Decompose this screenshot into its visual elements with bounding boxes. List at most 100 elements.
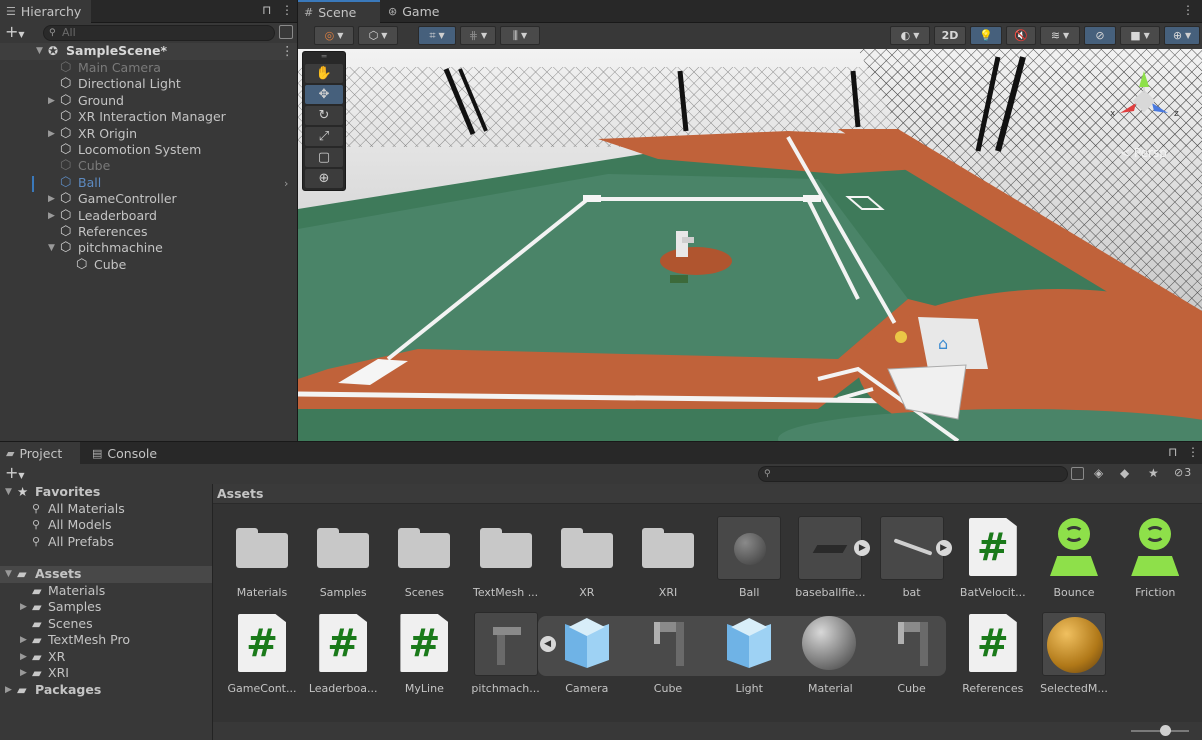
- visibility-toggle[interactable]: ⊘: [1084, 26, 1116, 45]
- favorite-item[interactable]: ⚲ All Materials: [0, 501, 212, 518]
- favorite-item[interactable]: ⚲ All Prefabs: [0, 534, 212, 551]
- kebab-menu-icon[interactable]: ⋮: [1182, 3, 1194, 17]
- create-asset-button[interactable]: +▼: [5, 464, 25, 485]
- camera-dropdown[interactable]: ■ ▼: [1120, 26, 1160, 45]
- hierarchy-item[interactable]: ▶ ⬡ Ground: [0, 93, 297, 110]
- expand-arrow-icon[interactable]: ▶: [48, 126, 55, 143]
- expand-arrow-icon[interactable]: ▼: [5, 484, 12, 501]
- packages-row[interactable]: ▶ ▰ Packages: [0, 682, 212, 699]
- hierarchy-item[interactable]: ⬡ Main Camera: [0, 60, 297, 77]
- expand-arrow-icon[interactable]: ▶: [20, 632, 27, 649]
- tab-hierarchy[interactable]: ☰ Hierarchy: [0, 0, 92, 23]
- asset-folder-row[interactable]: ▰ Materials: [0, 583, 212, 600]
- search-filter-icon[interactable]: [1071, 467, 1084, 480]
- expand-arrow-icon[interactable]: ▶: [20, 599, 27, 616]
- hierarchy-item[interactable]: ▼ ⬡ pitchmachine: [0, 240, 297, 257]
- asset-tile[interactable]: ▶ baseballfie...: [790, 516, 871, 602]
- asset-tile[interactable]: XR: [547, 516, 627, 602]
- scene-menu-icon[interactable]: ⋮: [281, 43, 294, 60]
- asset-tile[interactable]: Cube: [872, 612, 952, 698]
- chevron-right-icon[interactable]: ›: [284, 177, 288, 190]
- 2d-toggle[interactable]: 2D: [934, 26, 966, 45]
- breadcrumb-assets[interactable]: Assets: [217, 486, 263, 501]
- asset-tile[interactable]: # BatVelocit...: [953, 516, 1033, 602]
- expand-arrow-icon[interactable]: ▶: [48, 191, 55, 208]
- favorite-item[interactable]: ⚲ All Models: [0, 517, 212, 534]
- play-icon[interactable]: ▶: [854, 540, 871, 556]
- asset-tile[interactable]: # References: [953, 612, 1033, 698]
- asset-folder-row[interactable]: ▶ ▰ XR: [0, 649, 212, 666]
- create-button[interactable]: +▼: [5, 23, 25, 44]
- asset-tile[interactable]: Cube: [628, 612, 708, 698]
- asset-tile[interactable]: Materials: [222, 516, 302, 602]
- hierarchy-item[interactable]: ⬡ XR Interaction Manager: [0, 109, 297, 126]
- render-mode-dropdown[interactable]: ◐ ▼: [890, 26, 930, 45]
- lighting-toggle[interactable]: 💡: [970, 26, 1002, 45]
- asset-tile[interactable]: Light: [709, 612, 789, 698]
- transform-tool[interactable]: ⊕: [305, 169, 343, 188]
- play-icon[interactable]: ▶: [935, 540, 952, 556]
- scene-viewport[interactable]: ⌂ ═ ✋ ✥ ↻ ⤢ ▢ ⊕ x z < Persp: [298, 49, 1202, 441]
- hierarchy-search-input[interactable]: ⚲ All: [43, 25, 275, 41]
- hierarchy-item[interactable]: ⬡ Directional Light: [0, 76, 297, 93]
- assets-root-row[interactable]: ▼ ▰ Assets: [0, 566, 212, 583]
- asset-folder-row[interactable]: ▶ ▰ Samples: [0, 599, 212, 616]
- asset-tile[interactable]: Camera: [547, 612, 627, 698]
- lock-icon[interactable]: ⊓: [1168, 445, 1177, 459]
- effects-dropdown[interactable]: ≋ ▼: [1040, 26, 1080, 45]
- kebab-menu-icon[interactable]: ⋮: [281, 3, 293, 17]
- asset-tile[interactable]: # Leaderboa...: [303, 612, 383, 698]
- asset-folder-row[interactable]: ▰ Scenes: [0, 616, 212, 633]
- hierarchy-item[interactable]: ⬡ References: [0, 224, 297, 241]
- drag-handle[interactable]: ═: [303, 52, 345, 62]
- asset-folder-row[interactable]: ▶ ▰ XRI: [0, 665, 212, 682]
- move-tool[interactable]: ✥: [305, 85, 343, 104]
- tab-game[interactable]: ⊛ Game: [382, 0, 449, 23]
- asset-tile[interactable]: Samples: [303, 516, 383, 602]
- asset-tile[interactable]: # GameCont...: [222, 612, 302, 698]
- tab-project[interactable]: ▰ Project: [0, 442, 80, 465]
- expand-arrow-icon[interactable]: ▶: [48, 208, 55, 225]
- project-search-input[interactable]: ⚲: [758, 466, 1068, 482]
- hierarchy-item[interactable]: ⬡ Cube: [0, 257, 297, 274]
- asset-tile[interactable]: ▶ bat: [872, 516, 952, 602]
- grid-options-dropdown[interactable]: ⋕ ▼: [460, 26, 496, 45]
- expand-arrow-icon[interactable]: ▶: [20, 649, 27, 666]
- hierarchy-item[interactable]: ▶ ⬡ GameController: [0, 191, 297, 208]
- perspective-label[interactable]: < Persp: [1120, 146, 1167, 160]
- hierarchy-item[interactable]: ⬡ Cube: [0, 158, 297, 175]
- hierarchy-item[interactable]: ▶ ⬡ Leaderboard: [0, 208, 297, 225]
- kebab-menu-icon[interactable]: ⋮: [1187, 445, 1199, 459]
- hierarchy-item[interactable]: ⬡ Ball: [0, 175, 297, 192]
- grid-snap-toggle[interactable]: ⌗ ▼: [418, 26, 456, 45]
- tab-console[interactable]: ▤ Console: [86, 442, 167, 465]
- asset-tile[interactable]: Material: [790, 612, 870, 698]
- increment-snap-dropdown[interactable]: ⫼ ▼: [500, 26, 540, 45]
- asset-tile[interactable]: Ball: [709, 516, 789, 602]
- label-filter-icon[interactable]: ◆: [1120, 466, 1129, 480]
- asset-tile[interactable]: Scenes: [384, 516, 464, 602]
- audio-toggle[interactable]: 🔇: [1006, 26, 1036, 45]
- asset-tile[interactable]: TextMesh ...: [466, 516, 546, 602]
- expand-arrow-icon[interactable]: ▶: [48, 93, 55, 110]
- asset-tile[interactable]: # MyLine: [384, 612, 464, 698]
- asset-tile[interactable]: Friction: [1115, 516, 1195, 602]
- expand-arrow-icon[interactable]: ▶: [5, 682, 12, 699]
- rect-tool[interactable]: ▢: [305, 148, 343, 167]
- hierarchy-item[interactable]: ⬡ Locomotion System: [0, 142, 297, 159]
- lock-icon[interactable]: ⊓: [262, 3, 271, 17]
- favorites-row[interactable]: ▼ ★ Favorites: [0, 484, 212, 501]
- draw-mode-dropdown[interactable]: ◎ ▼: [314, 26, 354, 45]
- favorite-star-icon[interactable]: ★: [1148, 466, 1159, 480]
- hidden-count-icon[interactable]: ⊘3: [1174, 466, 1191, 479]
- zoom-slider-thumb[interactable]: [1160, 725, 1171, 736]
- asset-tile[interactable]: SelectedM...: [1034, 612, 1114, 698]
- scene-row[interactable]: ▼ ✪ SampleScene* ⋮: [0, 43, 297, 60]
- scale-tool[interactable]: ⤢: [305, 127, 343, 146]
- search-filter-icon[interactable]: [279, 25, 293, 39]
- asset-tile[interactable]: XRI: [628, 516, 708, 602]
- expand-arrow-icon[interactable]: ▼: [48, 240, 55, 257]
- expand-arrow-icon[interactable]: ▼: [5, 566, 12, 583]
- gizmos-dropdown[interactable]: ⊕ ▼: [1164, 26, 1200, 45]
- expand-arrow-icon[interactable]: ▼: [36, 43, 43, 60]
